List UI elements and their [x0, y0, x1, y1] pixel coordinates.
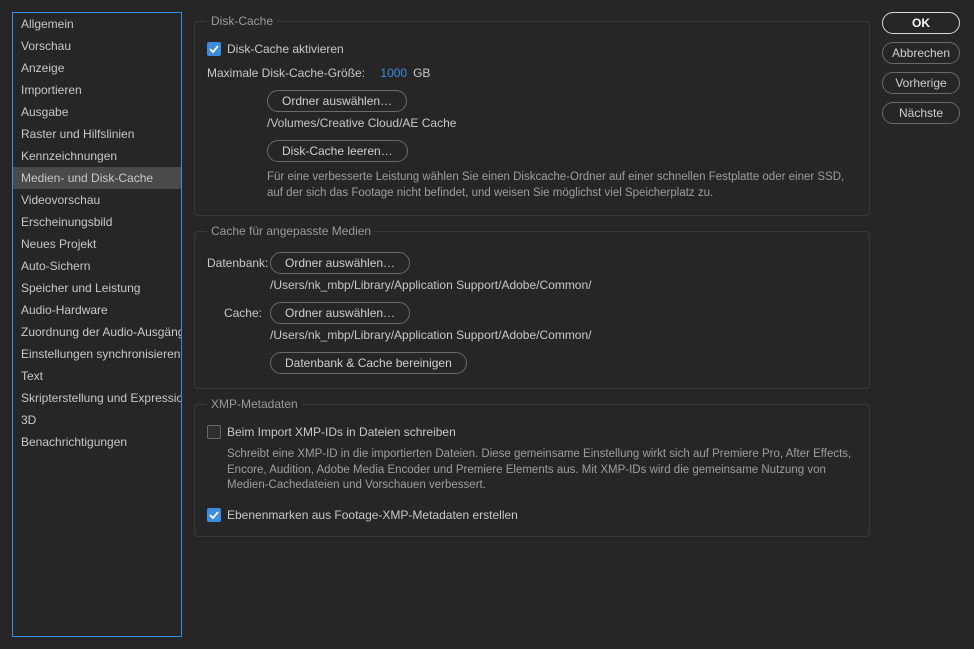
layer-markers-from-xmp-checkbox[interactable] [207, 508, 221, 522]
cache-folder-path: /Users/nk_mbp/Library/Application Suppor… [270, 328, 857, 342]
sidebar-item-kennzeichnungen[interactable]: Kennzeichnungen [13, 145, 181, 167]
sidebar-item-text[interactable]: Text [13, 365, 181, 387]
check-icon [209, 510, 219, 520]
sidebar-item-vorschau[interactable]: Vorschau [13, 35, 181, 57]
sidebar-item-raster[interactable]: Raster und Hilfslinien [13, 123, 181, 145]
media-cache-group: Cache für angepasste Medien Datenbank: O… [194, 224, 870, 389]
dialog-actions: OK Abbrechen Vorherige Nächste [882, 12, 962, 637]
sidebar-item-anzeige[interactable]: Anzeige [13, 57, 181, 79]
disk-cache-legend: Disk-Cache [207, 14, 277, 28]
sidebar-item-notifications[interactable]: Benachrichtigungen [13, 431, 181, 453]
previous-button[interactable]: Vorherige [882, 72, 960, 94]
sidebar-item-scripting-expr[interactable]: Skripterstellung und Expressions [13, 387, 181, 409]
choose-database-folder-button[interactable]: Ordner auswählen… [270, 252, 410, 274]
database-label: Datenbank: [207, 256, 262, 270]
write-xmp-ids-label[interactable]: Beim Import XMP-IDs in Dateien schreiben [227, 425, 456, 439]
sidebar-item-videovorschau[interactable]: Videovorschau [13, 189, 181, 211]
sidebar-item-neues-projekt[interactable]: Neues Projekt [13, 233, 181, 255]
sidebar-item-speicher-leistung[interactable]: Speicher und Leistung [13, 277, 181, 299]
write-xmp-ids-description: Schreibt eine XMP-ID in die importierten… [227, 447, 857, 494]
media-cache-legend: Cache für angepasste Medien [207, 224, 375, 238]
max-cache-size-unit: GB [413, 66, 430, 80]
max-cache-size-label: Maximale Disk-Cache-Größe: [207, 66, 365, 80]
enable-disk-cache-checkbox[interactable] [207, 42, 221, 56]
choose-cache-folder-button[interactable]: Ordner auswählen… [270, 302, 410, 324]
database-folder-path: /Users/nk_mbp/Library/Application Suppor… [270, 278, 857, 292]
ok-button[interactable]: OK [882, 12, 960, 34]
disk-cache-folder-path: /Volumes/Creative Cloud/AE Cache [267, 116, 857, 130]
xmp-metadata-group: XMP-Metadaten Beim Import XMP-IDs in Dat… [194, 397, 870, 537]
check-icon [209, 44, 219, 54]
preferences-content: Disk-Cache Disk-Cache aktivieren Maximal… [194, 12, 870, 637]
empty-disk-cache-button[interactable]: Disk-Cache leeren… [267, 140, 408, 162]
sidebar-item-ausgabe[interactable]: Ausgabe [13, 101, 181, 123]
enable-disk-cache-label[interactable]: Disk-Cache aktivieren [227, 42, 344, 56]
write-xmp-ids-checkbox[interactable] [207, 425, 221, 439]
preferences-category-list: Allgemein Vorschau Anzeige Importieren A… [12, 12, 182, 637]
sidebar-item-audio-hardware[interactable]: Audio-Hardware [13, 299, 181, 321]
sidebar-item-auto-sichern[interactable]: Auto-Sichern [13, 255, 181, 277]
sidebar-item-3d[interactable]: 3D [13, 409, 181, 431]
clean-database-cache-button[interactable]: Datenbank & Cache bereinigen [270, 352, 467, 374]
next-button[interactable]: Nächste [882, 102, 960, 124]
sidebar-item-audio-zuordnung[interactable]: Zuordnung der Audio-Ausgänge [13, 321, 181, 343]
xmp-metadata-legend: XMP-Metadaten [207, 397, 302, 411]
sidebar-item-importieren[interactable]: Importieren [13, 79, 181, 101]
cache-label: Cache: [207, 306, 262, 320]
sidebar-item-erscheinungsbild[interactable]: Erscheinungsbild [13, 211, 181, 233]
disk-cache-description: Für eine verbesserte Leistung wählen Sie… [267, 170, 857, 201]
sidebar-item-medien-disk-cache[interactable]: Medien- und Disk-Cache [13, 167, 181, 189]
layer-markers-from-xmp-label[interactable]: Ebenenmarken aus Footage-XMP-Metadaten e… [227, 508, 518, 522]
disk-cache-group: Disk-Cache Disk-Cache aktivieren Maximal… [194, 14, 870, 216]
choose-disk-cache-folder-button[interactable]: Ordner auswählen… [267, 90, 407, 112]
cancel-button[interactable]: Abbrechen [882, 42, 960, 64]
max-cache-size-value[interactable]: 1000 [380, 66, 407, 80]
sidebar-item-allgemein[interactable]: Allgemein [13, 13, 181, 35]
sidebar-item-sync-settings[interactable]: Einstellungen synchronisieren [13, 343, 181, 365]
